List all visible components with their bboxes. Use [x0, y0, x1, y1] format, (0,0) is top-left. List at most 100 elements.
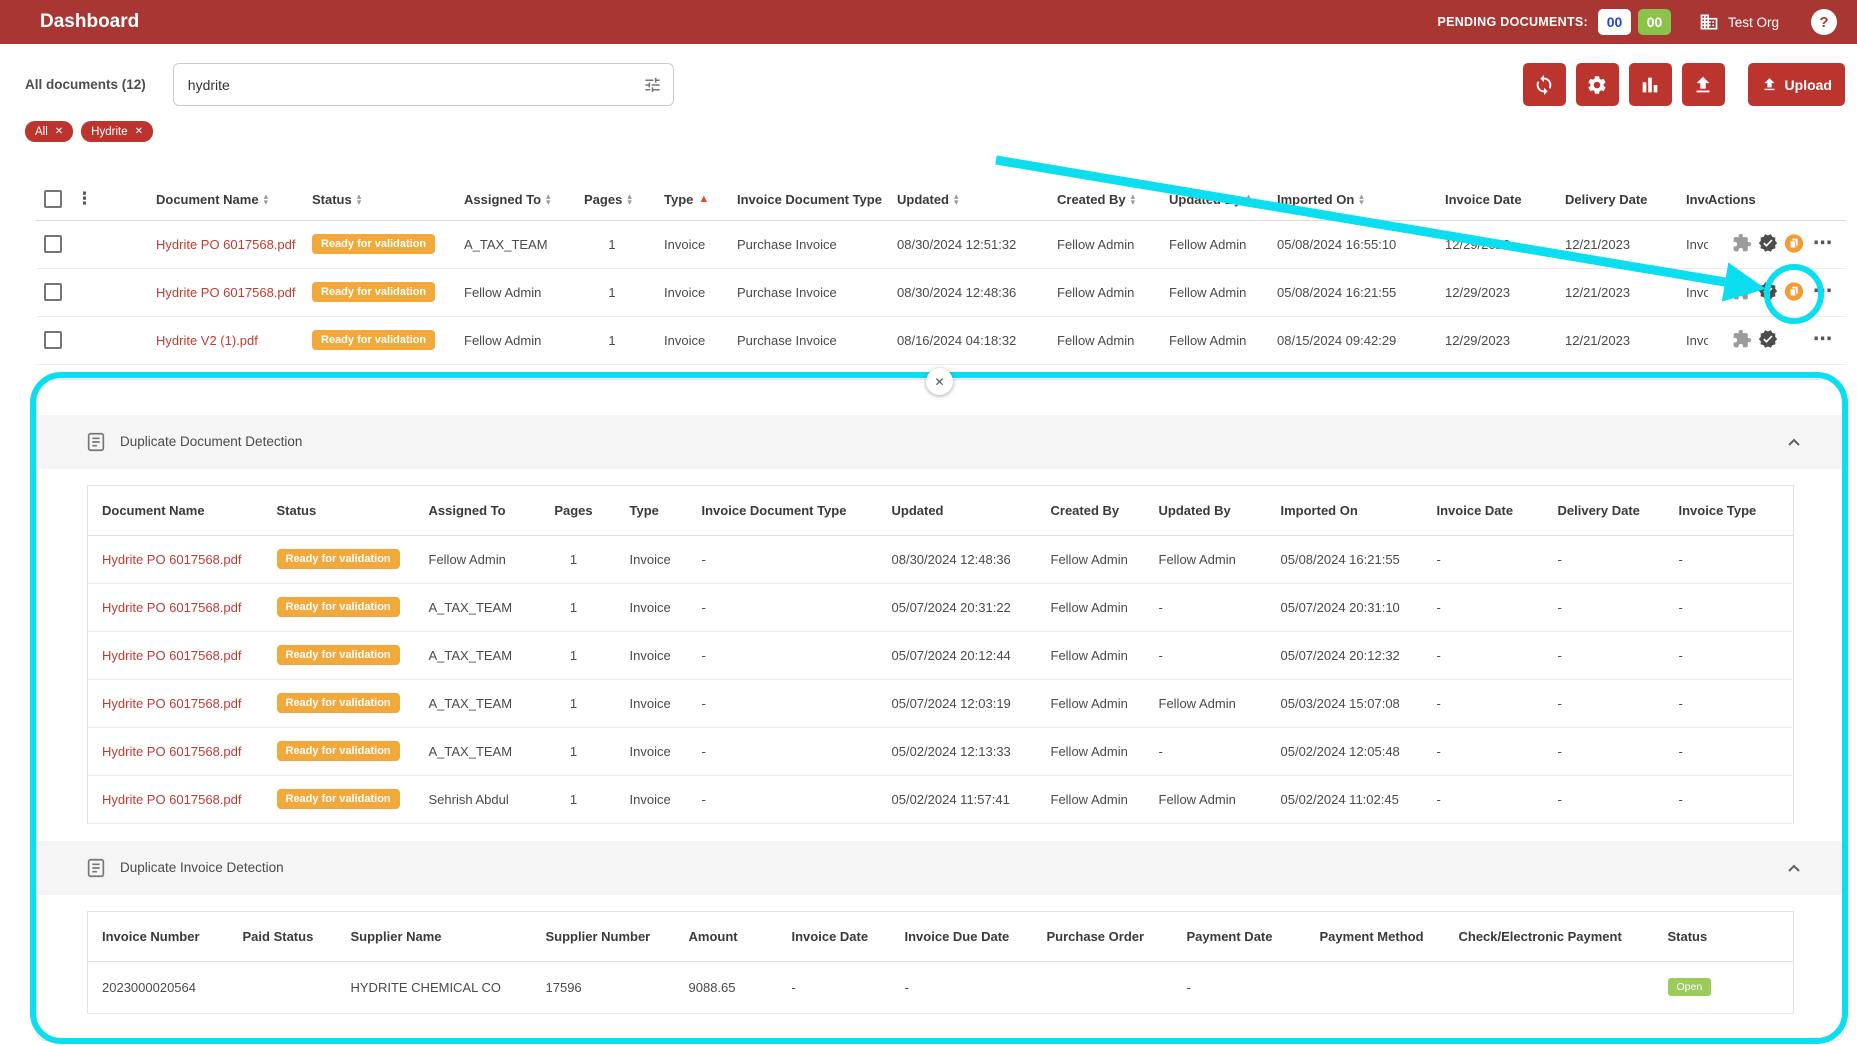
column-label: Document Name	[156, 192, 259, 207]
close-panel-button[interactable]: ✕	[926, 368, 953, 395]
status-badge: Ready for validation	[312, 330, 435, 350]
toolbar: All documents (12) Upload	[0, 44, 1857, 106]
sort-icon[interactable]: ▴▾	[1131, 193, 1136, 206]
organization-name: Test Org	[1728, 15, 1779, 30]
column-header-created_by[interactable]: Created By ▴▾	[1045, 179, 1157, 220]
puzzle-action-icon[interactable]	[1732, 233, 1752, 253]
pending-documents-label: PENDING DOCUMENTS:	[1437, 15, 1588, 29]
document-lines-icon	[85, 431, 107, 453]
duplicate-invoice-section-header[interactable]: Duplicate Invoice Detection	[37, 841, 1843, 895]
row-checkbox[interactable]	[44, 235, 62, 253]
sort-icon[interactable]: ▴▾	[1359, 193, 1364, 206]
column-label: Updated By	[1169, 192, 1241, 207]
row-actions: ⋯	[1708, 232, 1833, 255]
column-header-imported_on[interactable]: Imported On▴▾	[1265, 179, 1433, 220]
row-checkbox-cell	[36, 316, 70, 364]
column-header: Delivery Date	[1544, 485, 1665, 535]
remove-chip-icon[interactable]: ✕	[55, 127, 63, 137]
duplicate-document-header-row: Document NameStatusAssigned ToPagesTypeI…	[88, 485, 1794, 535]
column-header: Status	[1654, 911, 1794, 961]
column-label: Created By	[1057, 192, 1126, 207]
puzzle-action-icon[interactable]	[1732, 329, 1752, 349]
table-row: Hydrite PO 6017568.pdf Ready for validati…	[88, 679, 1794, 727]
kebab-menu-icon[interactable]: ⋮	[76, 189, 93, 208]
verified-action-icon[interactable]	[1758, 329, 1778, 349]
search-box	[173, 63, 674, 106]
sort-icon[interactable]: ▴▾	[264, 193, 269, 206]
page-title: Dashboard	[40, 11, 139, 33]
duplicate-action-icon[interactable]	[1784, 233, 1804, 253]
column-label: Type	[664, 192, 693, 207]
analytics-button[interactable]	[1629, 63, 1672, 106]
organization-building-icon	[1699, 12, 1719, 32]
documents-table-header-row: ⋮Document Name▴▾Status▴▾Assigned To▴▾Pag…	[36, 179, 1846, 220]
column-header: Updated By	[1145, 485, 1267, 535]
chevron-up-icon[interactable]	[1783, 857, 1805, 879]
documents-filter-label[interactable]: All documents (12)	[25, 77, 146, 92]
upload-button[interactable]: Upload	[1748, 63, 1845, 106]
column-header: Invoice Type	[1665, 485, 1794, 535]
row-checkbox[interactable]	[44, 331, 62, 349]
sort-icon[interactable]: ▴▾	[546, 193, 551, 206]
document-name-link[interactable]: Hydrite PO 6017568.pdf	[102, 600, 241, 615]
document-name-link[interactable]: Hydrite V2 (1).pdf	[156, 333, 258, 348]
more-actions-icon[interactable]: ⋯	[1813, 280, 1833, 303]
column-header-type[interactable]: Type ▲	[652, 179, 725, 220]
table-row: Hydrite PO 6017568.pdfReady for validati…	[88, 775, 1794, 823]
document-name-link[interactable]: Hydrite PO 6017568.pdf	[102, 552, 241, 567]
select-all-checkbox[interactable]	[44, 190, 62, 208]
status-badge: Ready for validation	[277, 693, 400, 713]
column-label: Invoice Type	[1686, 192, 1708, 207]
column-header-delivery_date: Delivery Date	[1553, 179, 1674, 220]
sort-icon[interactable]: ▴▾	[1246, 193, 1251, 206]
document-name-link[interactable]: Hydrite PO 6017568.pdf	[102, 744, 241, 759]
document-name-link[interactable]: Hydrite PO 6017568.pdf	[156, 285, 295, 300]
sort-icon[interactable]: ▴▾	[357, 193, 362, 206]
search-input[interactable]	[173, 63, 674, 106]
duplicate-action-icon[interactable]	[1784, 281, 1804, 301]
document-lines-icon	[85, 857, 107, 879]
puzzle-action-icon[interactable]	[1732, 281, 1752, 301]
column-header: Type	[616, 485, 688, 535]
filter-chip[interactable]: Hydrite✕	[81, 121, 153, 142]
verified-action-icon[interactable]	[1758, 233, 1778, 253]
filter-chip[interactable]: All✕	[25, 121, 73, 142]
export-button[interactable]	[1682, 63, 1725, 106]
row-checkbox[interactable]	[44, 283, 62, 301]
filter-chips-row: All✕ Hydrite✕	[25, 121, 1857, 142]
document-name-link[interactable]: Hydrite PO 6017568.pdf	[156, 237, 295, 252]
verified-action-icon[interactable]	[1758, 281, 1778, 301]
column-header-status[interactable]: Status▴▾	[300, 179, 452, 220]
duplicate-document-section-header[interactable]: Duplicate Document Detection	[37, 415, 1843, 469]
upload-icon	[1761, 76, 1778, 93]
document-name-link[interactable]: Hydrite PO 6017568.pdf	[102, 792, 241, 807]
document-name-link[interactable]: Hydrite PO 6017568.pdf	[102, 696, 241, 711]
filter-tune-icon[interactable]	[643, 75, 662, 94]
remove-chip-icon[interactable]: ✕	[135, 127, 143, 137]
column-header-updated_by[interactable]: Updated By ▴▾	[1157, 179, 1265, 220]
sort-ascending-icon[interactable]: ▲	[698, 193, 709, 205]
more-actions-icon[interactable]: ⋯	[1813, 328, 1833, 351]
pending-count-badge-blue[interactable]: 00	[1598, 9, 1631, 35]
table-row: Hydrite PO 6017568.pdfReady for validati…	[88, 631, 1794, 679]
chevron-up-icon[interactable]	[1783, 431, 1805, 453]
refresh-button[interactable]	[1523, 63, 1566, 106]
sort-icon[interactable]: ▴▾	[627, 193, 632, 206]
help-button[interactable]: ?	[1811, 9, 1837, 35]
column-header-name[interactable]: Document Name ▴▾	[144, 179, 300, 220]
column-header-pages[interactable]: Pages ▴▾	[572, 179, 652, 220]
pending-count-badge-green[interactable]: 00	[1638, 9, 1671, 35]
column-header-invoice_date: Invoice Date	[1433, 179, 1553, 220]
document-row: Hydrite PO 6017568.pdfReady for validati…	[36, 220, 1846, 268]
sort-icon[interactable]: ▴▾	[954, 193, 959, 206]
settings-button[interactable]	[1576, 63, 1619, 106]
document-row: Hydrite V2 (1).pdfReady for validationFe…	[36, 316, 1846, 364]
column-header-assigned[interactable]: Assigned To▴▾	[452, 179, 572, 220]
column-header-updated[interactable]: Updated▴▾	[885, 179, 1045, 220]
column-label: Pages	[584, 192, 622, 207]
column-header: Assigned To	[415, 485, 532, 535]
toolbar-actions: Upload	[1523, 63, 1845, 106]
status-badge: Ready for validation	[277, 741, 400, 761]
document-name-link[interactable]: Hydrite PO 6017568.pdf	[102, 648, 241, 663]
more-actions-icon[interactable]: ⋯	[1813, 232, 1833, 255]
